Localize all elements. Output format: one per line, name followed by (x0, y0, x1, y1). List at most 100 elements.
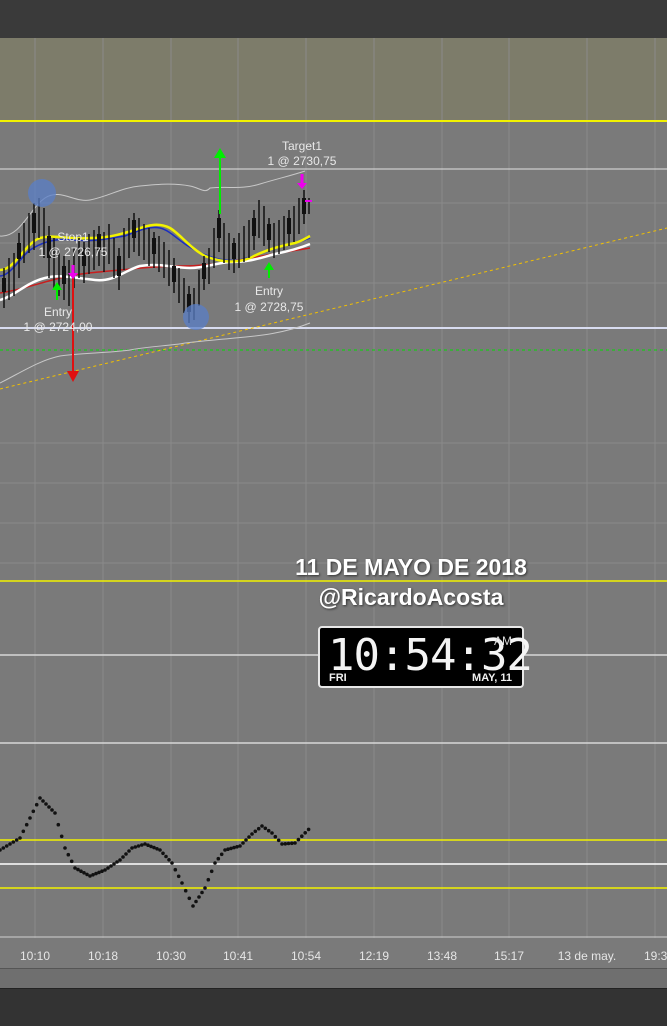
oscillator-dot (53, 811, 57, 815)
oscillator-dot (306, 827, 311, 832)
oscillator-dot (41, 799, 45, 803)
oscillator-dot (28, 816, 32, 820)
target-order-detail: 1 @ 2730,75 (268, 154, 337, 168)
oscillator-dot (197, 895, 201, 899)
target-arrow (214, 148, 226, 214)
oscillator-dot (286, 841, 291, 846)
oscillator-dot (0, 848, 2, 852)
oscillator-dot (216, 856, 221, 861)
oscillator-dot (200, 890, 204, 895)
oscillator-dot (180, 881, 184, 885)
oscillator-dot (118, 858, 122, 862)
oscillator-dot (293, 841, 297, 845)
entry-arrow-right (264, 262, 274, 278)
time-label: 13:48 (427, 949, 457, 963)
oscillator-dot (130, 846, 134, 850)
oscillator-dot (263, 826, 268, 831)
oscillator-dot (31, 809, 36, 814)
oscillator-dot (219, 852, 224, 857)
oscillator-dot (136, 844, 141, 848)
price-chart[interactable]: Target1 1 @ 2730,75 Stop1 1 @ 2726,75 En… (0, 38, 667, 968)
overlay-author: @RicardoAcosta (318, 584, 504, 610)
oscillator-dot (59, 834, 64, 839)
oscillator-dot (50, 808, 54, 812)
stop-order-detail: 1 @ 2726,75 (39, 245, 108, 259)
vertical-grid (34, 38, 656, 938)
oscillator-dot (173, 867, 178, 872)
oscillator-dot (63, 846, 67, 850)
oscillator-dot (290, 841, 294, 846)
oscillator-dot (241, 841, 245, 845)
oscillator-dot (283, 842, 288, 846)
oscillator-dot (213, 861, 217, 865)
oscillator-dot (244, 838, 248, 842)
oscillator-dot (133, 845, 138, 849)
entry-right-detail: 1 @ 2728,75 (235, 300, 304, 314)
oscillator-dot (191, 904, 195, 908)
target-order-name: Target1 (282, 139, 322, 153)
chart-footer (0, 968, 667, 989)
oscillator-dot (187, 896, 192, 901)
clock-date: MAY, 11 (472, 672, 512, 684)
oscillator-dot (238, 844, 242, 848)
time-label: 10:18 (88, 949, 118, 963)
oscillator-dot (183, 888, 188, 893)
oscillator-dot (260, 824, 264, 828)
overlay-date: 11 DE MAYO DE 2018 (295, 554, 527, 580)
time-label: 15:17 (494, 949, 524, 963)
oscillator-dot (256, 826, 261, 831)
oscillator-dot (21, 829, 26, 834)
time-label: 10:41 (223, 949, 253, 963)
oscillator-dot (69, 859, 74, 864)
oscillator-dot (124, 852, 128, 856)
oscillator-dot (161, 851, 165, 856)
oscillator-dot (164, 854, 168, 859)
top-toolbar (0, 0, 667, 39)
oscillator-dot (56, 822, 61, 827)
time-label: 10:30 (156, 949, 186, 963)
entry-left-name: Entry (44, 305, 72, 319)
oscillator-dot (273, 834, 278, 839)
clock-ampm: AM (494, 634, 512, 648)
time-label: 10:10 (20, 949, 50, 963)
oscillator-dot (266, 828, 271, 833)
oscillator-dot (109, 864, 113, 868)
oscillator-dot (203, 886, 207, 890)
oscillator-dot (127, 849, 131, 853)
oscillator-dot (300, 834, 304, 838)
oscillator-dot (47, 805, 51, 809)
digital-clock: 10:54:32 AM FRI MAY, 11 (318, 626, 533, 688)
oscillator-dot (112, 862, 116, 866)
oscillator-dot (8, 842, 12, 846)
oscillator-dots (0, 796, 311, 908)
oscillator-dot (44, 802, 48, 806)
oscillator-dot (18, 836, 22, 840)
oscillator-dot (24, 822, 29, 827)
time-label: 19:3 (644, 949, 667, 963)
oscillator-dot (296, 837, 301, 842)
oscillator-dot (106, 866, 110, 870)
swing-low-marker (183, 304, 209, 330)
oscillator-dot (194, 899, 198, 904)
oscillator-dot (158, 848, 162, 852)
swing-high-marker (28, 179, 56, 207)
entry-right-name: Entry (255, 284, 283, 298)
oscillator-dot (206, 877, 211, 882)
oscillator-dot (103, 868, 107, 872)
oscillator-dot (11, 840, 16, 844)
time-label: 10:54 (291, 949, 321, 963)
oscillator-dot (4, 844, 9, 848)
oscillator-dot (115, 860, 119, 864)
oscillator-dot (250, 832, 254, 836)
stop-order-name: Stop1 (57, 230, 89, 244)
overlay-caption: 11 DE MAYO DE 2018 @RicardoAcosta (246, 552, 576, 612)
clock-day: FRI (329, 672, 347, 684)
time-label: 12:19 (359, 949, 389, 963)
oscillator-dot (66, 852, 71, 857)
bottom-toolbar (0, 988, 667, 1026)
oscillator-dot (170, 861, 174, 865)
oscillator-dot (14, 838, 19, 842)
oscillator-dot (209, 869, 214, 874)
oscillator-dot (280, 842, 284, 846)
highlight-band (0, 38, 667, 120)
